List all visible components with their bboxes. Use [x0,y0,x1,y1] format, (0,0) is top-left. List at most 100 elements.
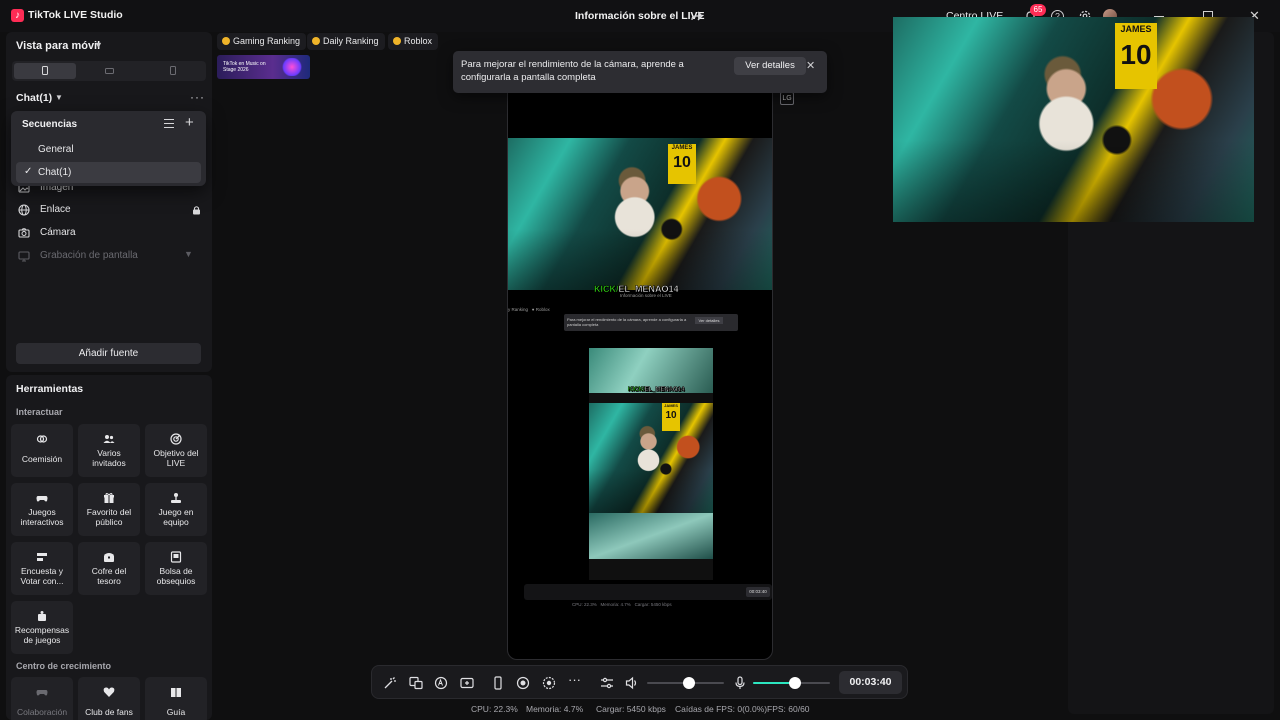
gamepad-icon [36,690,48,696]
dropped-frames: Caídas de FPS: 0(0.0%) [675,704,768,714]
mixer-settings-icon[interactable] [600,676,614,690]
portrait-button[interactable] [14,63,76,79]
promo-graphic [281,58,303,76]
link-icon [36,435,48,443]
share-icon[interactable] [691,10,703,22]
landscape-button[interactable] [78,63,140,79]
nested-preview: KICK/EL_MENAO14 JAMES 10 [589,348,713,580]
camera-icon [18,228,30,238]
orientation-toggle [12,61,206,81]
gamepad-icon [36,496,48,502]
dropdown-title: Secuencias [22,119,78,130]
chip-gaming-ranking[interactable]: Gaming Ranking [217,33,307,50]
tool-poll[interactable]: Encuesta y Votar con... [11,542,73,595]
record-icon[interactable] [516,676,530,690]
camera-preview-window[interactable]: JAMES 10 [893,17,1254,222]
mini-chip-row: y Ranking ● Roblox [508,307,550,312]
source-label: Cámara [40,227,76,238]
tool-label: Cofre del tesoro [91,566,127,586]
jersey-graphic: JAMES 10 [668,144,696,184]
source-link[interactable]: Enlace [18,202,208,220]
more-options-icon[interactable]: ··· [190,90,205,104]
phone-portrait-icon [42,66,48,75]
users-icon [103,435,115,443]
tool-label: Guía [166,707,186,717]
tool-label: Colaboración [16,707,68,717]
screenshot-icon[interactable] [542,676,556,690]
microphone-icon[interactable] [733,676,747,690]
tool-co-host[interactable]: Coemisión [11,424,73,477]
upload-bitrate: Cargar: 5450 kbps [596,704,666,714]
medal-icon [312,37,320,45]
tool-game-rewards[interactable]: Recompensas de juegos [11,601,73,654]
tool-label: Objetivo del LIVE [153,448,199,468]
chip-roblox[interactable]: Roblox [388,33,439,50]
growth-section-label: Centro de crecimiento [16,661,112,671]
tool-audience-favorite[interactable]: Favorito del público [78,483,140,536]
list-icon[interactable] [164,119,174,128]
mini-toast-button: Ver detalles [695,317,723,324]
lock-icon [193,206,200,215]
window-title[interactable]: Información sobre el LIVE [575,10,705,22]
tool-label: Bolsa de obsequios [156,566,196,586]
chip-label: Daily Ranking [323,36,379,46]
close-icon[interactable]: ✕ [806,59,815,72]
tool-label: Recompensas de juegos [14,625,70,645]
app-title: TikTok LIVE Studio [28,9,123,21]
sequence-item-chat[interactable]: ✓ Chat(1) [16,162,201,183]
poll-icon [37,553,47,561]
cpu-usage: CPU: 22.3% [471,704,518,714]
tool-guide[interactable]: Guía [145,677,207,720]
sequence-label: Chat(1) [38,167,72,178]
tools-title: Herramientas [16,383,84,395]
camera-feed-preview: JAMES 10 [508,138,772,290]
tool-gift-bag[interactable]: Bolsa de obsequios [145,542,207,595]
tool-label: Favorito del público [86,507,132,527]
tool-collaboration[interactable]: Colaboración [11,677,73,720]
fullscreen-preview-icon[interactable]: LG [780,92,794,105]
tool-multi-guest[interactable]: Varios invitados [78,424,140,477]
add-icon[interactable]: + [185,114,194,131]
ai-effects-icon[interactable] [434,676,448,690]
add-source-button[interactable]: Añadir fuente [16,343,201,364]
view-details-button[interactable]: Ver detalles [734,57,806,75]
tool-live-goal[interactable]: Objetivo del LIVE [145,424,207,477]
tool-interactive-games[interactable]: Juegos interactivos [11,483,73,536]
add-scene-icon[interactable] [460,676,474,690]
tools-panel: Herramientas Interactuar Coemisión Vario… [6,375,212,720]
speaker-icon[interactable] [625,676,639,690]
promo-banner[interactable]: TikTok en Music on Stage 2026 [217,55,310,79]
dual-view-button[interactable] [142,63,204,79]
source-camera[interactable]: Cámara [18,225,208,243]
landscape-icon [105,68,114,74]
tool-label: Encuesta y Votar con... [20,566,64,586]
monitor-icon [18,251,30,262]
gift-icon [104,493,114,503]
scene-selector[interactable]: Chat(1) [16,92,52,104]
source-label: Grabación de pantalla [40,250,138,261]
view-mode-selector[interactable]: Vista para móvil [16,40,100,52]
chevron-down-icon[interactable]: ▼ [94,40,103,50]
mini-toast-text: Para mejorar el rendimiento de la cámara… [567,317,687,327]
chip-daily-ranking[interactable]: Daily Ranking [307,33,385,50]
sequence-item-general[interactable]: General [16,139,201,160]
tiktok-logo-icon: ♪ [11,9,24,22]
chevron-down-icon[interactable]: ▼ [55,93,63,102]
promo-text: TikTok en Music on Stage 2026 [223,61,266,73]
tool-team-game[interactable]: Juego en equipo [145,483,207,536]
jersey-graphic: JAMES 10 [1115,23,1157,89]
trophy-icon [222,37,230,45]
tool-fan-club[interactable]: Club de fans [78,677,140,720]
sequences-dropdown: Secuencias + General ✓ Chat(1) [11,111,206,186]
nested-tag: KICK/EL_MENAO14 [628,387,685,394]
tool-treasure-chest[interactable]: Cofre del tesoro [78,542,140,595]
more-options-icon[interactable]: ··· [568,672,581,687]
tool-label: Varios invitados [92,448,126,468]
translate-icon[interactable] [409,676,423,690]
book-icon [171,688,181,697]
mic-volume-knob[interactable] [789,677,802,689]
magic-wand-icon[interactable] [383,676,397,690]
speaker-volume-knob[interactable] [683,677,696,689]
stream-timer: 00:03:40 [839,671,902,694]
phone-icon[interactable] [491,676,505,690]
